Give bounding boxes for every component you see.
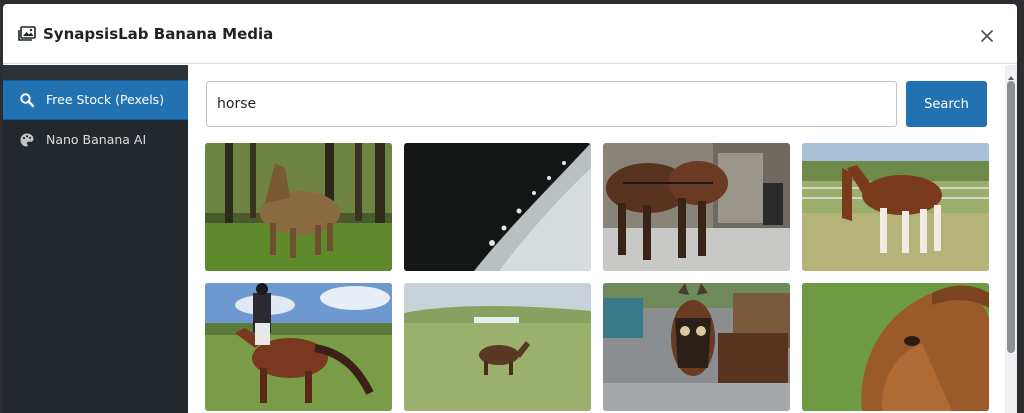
result-thumbnail-horse-head[interactable]	[802, 283, 989, 411]
sidebar-item-nano-banana[interactable]: Nano Banana AI	[3, 121, 188, 159]
result-thumbnail-carriage-horses[interactable]	[603, 283, 790, 411]
result-thumbnail-draft-horses[interactable]	[603, 143, 790, 271]
main-panel: Search	[188, 65, 1017, 413]
result-thumbnail-horse-coat[interactable]	[404, 143, 591, 271]
close-icon	[981, 30, 993, 42]
search-input[interactable]	[206, 81, 897, 127]
media-gallery-icon	[18, 26, 36, 42]
result-thumbnail-horse-meadow[interactable]	[404, 283, 591, 411]
search-button[interactable]: Search	[906, 81, 987, 127]
sidebar-top-strip	[3, 65, 188, 80]
modal-header: SynapsisLab Banana Media	[3, 4, 1017, 64]
result-thumbnail-horse-forest[interactable]	[205, 143, 392, 271]
scroll-up-arrow-icon[interactable]	[1007, 69, 1015, 80]
search-icon	[19, 92, 35, 108]
sidebar-item-label: Free Stock (Pexels)	[46, 92, 165, 107]
result-thumbnail-horse-paddock[interactable]	[802, 143, 989, 271]
sidebar-item-free-stock[interactable]: Free Stock (Pexels)	[3, 80, 189, 120]
palette-icon	[19, 132, 35, 148]
scrollbar-thumb[interactable]	[1007, 81, 1015, 353]
close-button[interactable]	[976, 25, 998, 47]
media-modal: SynapsisLab Banana Media Free Stock (Pex…	[3, 4, 1017, 413]
modal-title: SynapsisLab Banana Media	[43, 25, 274, 43]
sidebar-item-label: Nano Banana AI	[46, 132, 147, 147]
vertical-scrollbar[interactable]	[1005, 65, 1017, 413]
sidebar: Free Stock (Pexels) Nano Banana AI	[3, 65, 189, 413]
result-thumbnail-rider[interactable]	[205, 283, 392, 411]
